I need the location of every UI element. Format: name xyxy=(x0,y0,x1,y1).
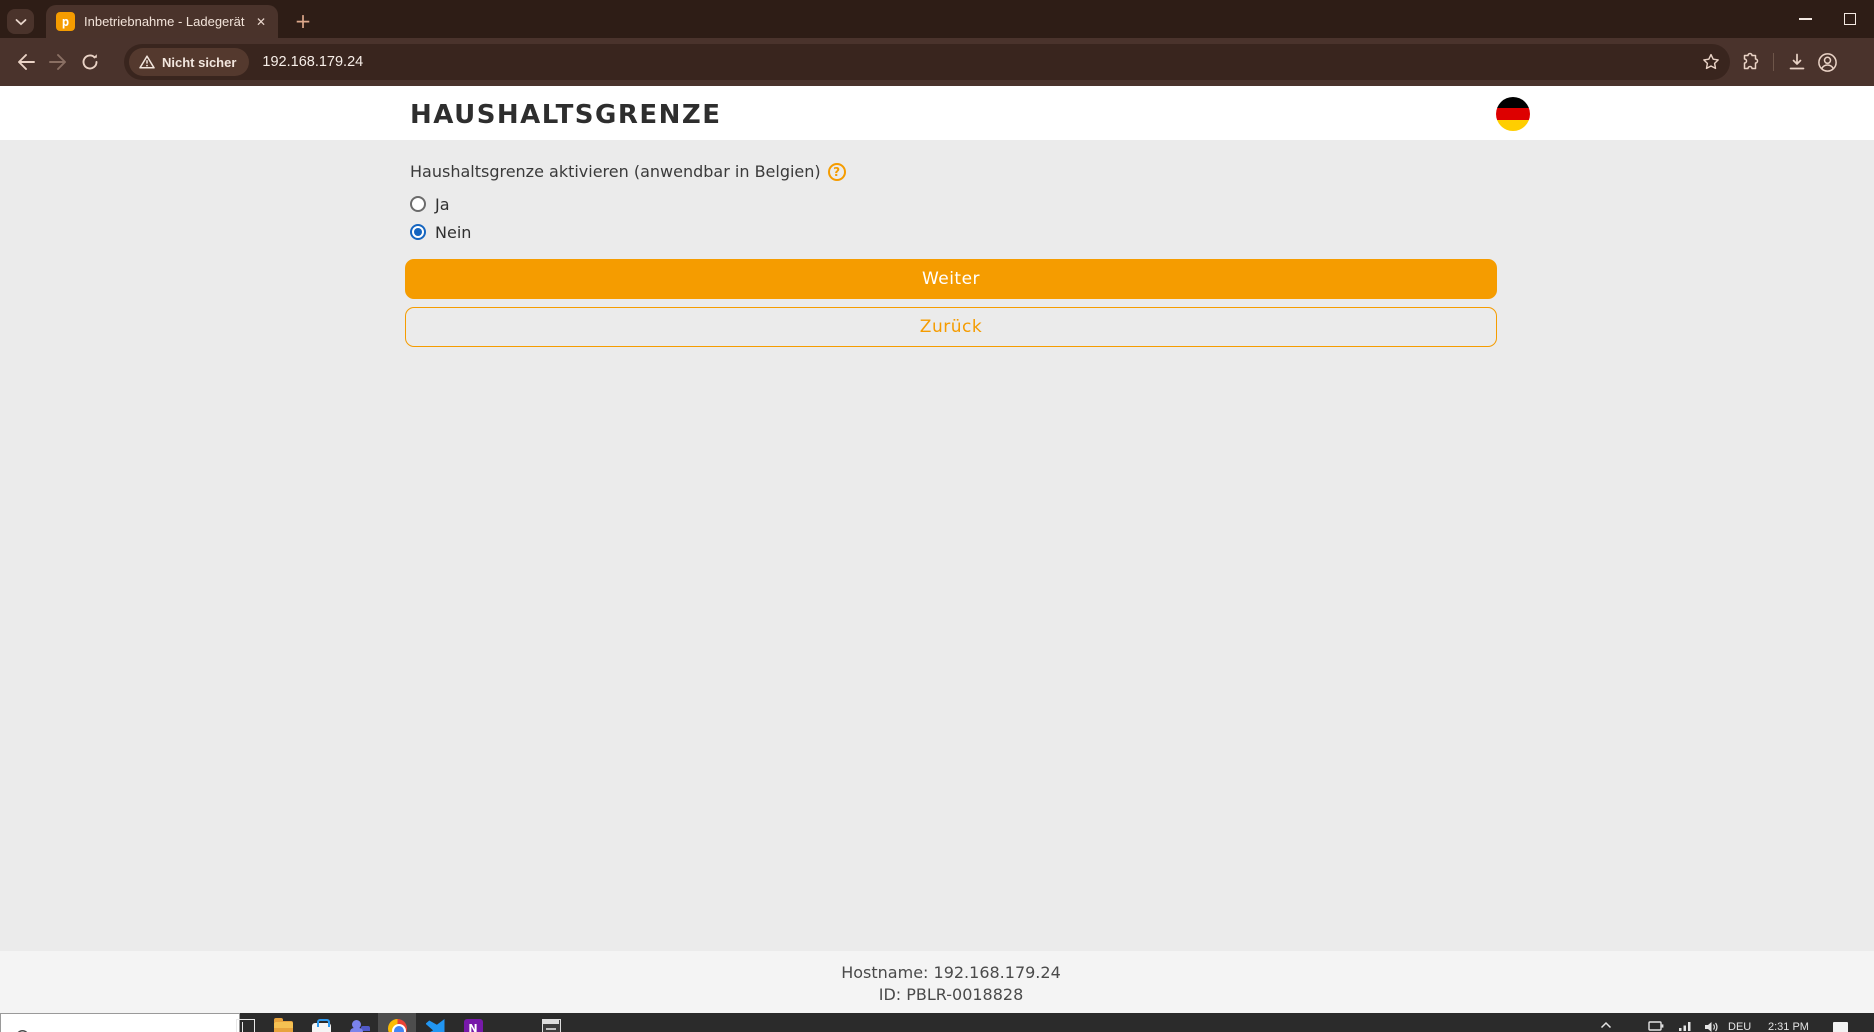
task-view-button[interactable] xyxy=(226,1013,264,1032)
page-footer: Hostname: 192.168.179.24 ID: PBLR-001882… xyxy=(0,951,1874,1013)
action-center-icon[interactable] xyxy=(1833,1022,1848,1032)
site-favicon-icon: p xyxy=(56,12,75,31)
radio-ja-input[interactable] xyxy=(410,196,426,212)
forward-button[interactable] xyxy=(42,46,74,78)
screen: p Inbetriebnahme - Ladegerät ✕ + Nicht s… xyxy=(0,0,1874,1032)
chevron-down-icon xyxy=(15,18,27,26)
onenote-button[interactable]: N xyxy=(454,1013,492,1032)
tray-clock[interactable]: 2:31 PM xyxy=(1768,1021,1809,1032)
footer-device-id: ID: PBLR-0018828 xyxy=(405,984,1497,1006)
weiter-button[interactable]: Weiter xyxy=(405,259,1497,299)
system-tray: DEU 2:31 PM xyxy=(1596,1013,1874,1032)
window-controls xyxy=(1799,0,1856,38)
tray-network-icon[interactable] xyxy=(1678,1021,1692,1032)
browser-tabstrip: p Inbetriebnahme - Ladegerät ✕ + xyxy=(0,0,1874,38)
back-button[interactable] xyxy=(10,46,42,78)
radio-option-nein[interactable]: Nein xyxy=(405,222,1497,242)
download-icon[interactable] xyxy=(1787,52,1807,72)
taskbar-icons: N xyxy=(226,1013,570,1032)
radio-option-ja[interactable]: Ja xyxy=(405,194,1497,214)
folder-icon xyxy=(274,1021,293,1032)
form-area: Haushaltsgrenze aktivieren (anwendbar in… xyxy=(405,140,1497,347)
task-view-icon xyxy=(236,1019,255,1032)
security-badge-label: Nicht sicher xyxy=(162,55,236,70)
tab-search-button[interactable] xyxy=(7,9,34,34)
briefcase-icon xyxy=(312,1023,331,1032)
warning-triangle-icon xyxy=(139,55,155,69)
help-icon[interactable]: ? xyxy=(828,163,846,181)
window-minimize-button[interactable] xyxy=(1799,18,1812,20)
vscode-button[interactable] xyxy=(416,1013,454,1032)
toolbar-actions xyxy=(1740,52,1838,73)
profile-avatar-icon[interactable] xyxy=(1817,52,1838,73)
footer-hostname: Hostname: 192.168.179.24 xyxy=(405,962,1497,984)
browser-toolbar: Nicht sicher 192.168.179.24 xyxy=(0,38,1874,86)
question-row: Haushaltsgrenze aktivieren (anwendbar in… xyxy=(405,162,1497,181)
german-flag-icon[interactable] xyxy=(1496,97,1530,131)
teams-icon xyxy=(350,1019,369,1032)
web-page: HAUSHALTSGRENZE Haushaltsgrenze aktivier… xyxy=(0,86,1874,1013)
new-tab-button[interactable]: + xyxy=(290,8,316,34)
tray-language-indicator[interactable]: DEU xyxy=(1728,1021,1751,1032)
briefcase-app-button[interactable] xyxy=(302,1013,340,1032)
toolbar-divider xyxy=(1773,53,1774,71)
security-badge[interactable]: Nicht sicher xyxy=(129,48,249,76)
radio-nein-input[interactable] xyxy=(410,224,426,240)
tray-battery-icon[interactable] xyxy=(1648,1021,1664,1031)
page-header: HAUSHALTSGRENZE xyxy=(0,86,1874,140)
zurueck-button[interactable]: Zurück xyxy=(405,307,1497,347)
url-text[interactable]: 192.168.179.24 xyxy=(262,54,1702,70)
chrome-button[interactable] xyxy=(378,1013,416,1032)
terminal-app-button[interactable] xyxy=(532,1013,570,1032)
window-maximize-button[interactable] xyxy=(1844,13,1856,25)
tray-volume-icon[interactable] xyxy=(1704,1021,1718,1032)
address-bar[interactable]: Nicht sicher 192.168.179.24 xyxy=(124,44,1730,80)
bookmark-star-icon[interactable] xyxy=(1702,53,1720,71)
question-label: Haushaltsgrenze aktivieren (anwendbar in… xyxy=(410,162,821,181)
file-explorer-button[interactable] xyxy=(264,1013,302,1032)
taskbar: Suchen N DEU 2:31 PM xyxy=(0,1013,1874,1032)
chrome-icon xyxy=(388,1019,407,1032)
vscode-icon xyxy=(426,1019,445,1032)
tab-title: Inbetriebnahme - Ladegerät xyxy=(84,14,252,29)
extensions-puzzle-icon[interactable] xyxy=(1740,52,1760,72)
tray-chevron-up-icon[interactable] xyxy=(1600,1021,1612,1029)
app-window-icon xyxy=(542,1019,561,1032)
teams-button[interactable] xyxy=(340,1013,378,1032)
reload-button[interactable] xyxy=(74,46,106,78)
taskbar-search-box[interactable]: Suchen xyxy=(0,1013,240,1032)
radio-nein-label: Nein xyxy=(435,223,471,242)
page-title: HAUSHALTSGRENZE xyxy=(405,86,1497,130)
browser-tab-active[interactable]: p Inbetriebnahme - Ladegerät ✕ xyxy=(46,5,278,38)
onenote-icon: N xyxy=(464,1019,483,1032)
radio-ja-label: Ja xyxy=(435,195,450,214)
search-icon xyxy=(15,1019,33,1032)
tab-close-icon[interactable]: ✕ xyxy=(252,13,270,31)
